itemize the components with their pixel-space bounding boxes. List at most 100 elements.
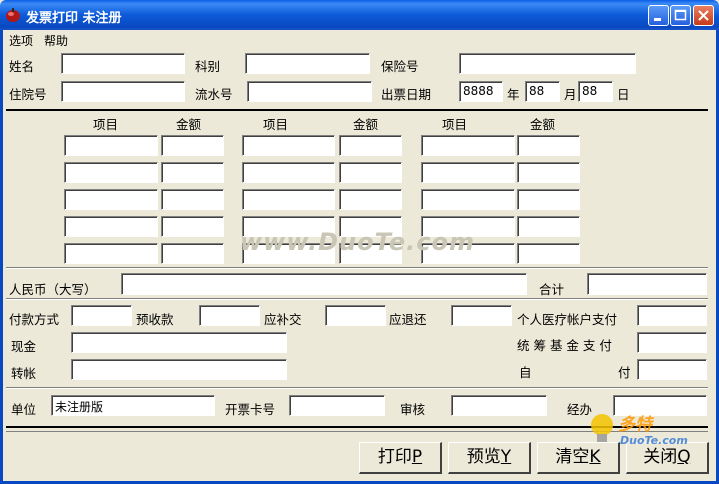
item-field-r3-g1[interactable] bbox=[64, 189, 158, 210]
item-field-r2-g3[interactable] bbox=[421, 162, 515, 183]
amount-field-r4-g3[interactable] bbox=[517, 216, 580, 237]
item-header-2: 项目 bbox=[263, 117, 289, 132]
rmb-field[interactable] bbox=[121, 273, 527, 295]
maximize-icon bbox=[674, 9, 687, 21]
amount-header-3: 金额 bbox=[530, 117, 556, 132]
rmb-label: 人民币（大写） bbox=[9, 282, 97, 297]
preview-button-key: Y bbox=[500, 447, 512, 467]
preview-button-label: 预览 bbox=[466, 447, 501, 467]
amount-field-r2-g2[interactable] bbox=[339, 162, 402, 183]
card-field[interactable] bbox=[289, 395, 385, 416]
divider bbox=[6, 388, 708, 389]
amount-field-r2-g3[interactable] bbox=[517, 162, 580, 183]
prepaid-label: 预收款 bbox=[136, 312, 174, 327]
menu-help[interactable]: 帮助 bbox=[44, 32, 68, 49]
print-button-key: P bbox=[411, 447, 423, 467]
amount-field-r1-g2[interactable] bbox=[339, 135, 402, 156]
transfer-field[interactable] bbox=[71, 359, 287, 380]
name-field[interactable] bbox=[61, 53, 185, 74]
amount-field-r1-g3[interactable] bbox=[517, 135, 580, 156]
amount-field-r3-g3[interactable] bbox=[517, 189, 580, 210]
amount-field-r4-g1[interactable] bbox=[161, 216, 224, 237]
unit-field[interactable]: 未注册版 bbox=[51, 395, 215, 416]
item-field-r4-g1[interactable] bbox=[64, 216, 158, 237]
dept-label: 科别 bbox=[195, 59, 221, 74]
maximize-button[interactable] bbox=[670, 5, 691, 26]
pooled-fund-label: 统 筹 基 金 支 付 bbox=[517, 338, 612, 353]
review-field[interactable] bbox=[451, 395, 547, 416]
refund-label: 应退还 bbox=[389, 312, 427, 327]
print-button-label: 打印 bbox=[377, 447, 412, 467]
review-label: 审核 bbox=[400, 402, 426, 417]
amount-header-2: 金额 bbox=[353, 117, 379, 132]
app-icon bbox=[6, 8, 20, 22]
serial-label: 流水号 bbox=[195, 87, 233, 102]
day-field[interactable]: 88 bbox=[578, 81, 613, 102]
personal-account-label: 个人医疗帐户支付 bbox=[517, 312, 618, 327]
supplement-label: 应补交 bbox=[264, 312, 302, 327]
prepaid-field[interactable] bbox=[199, 305, 260, 326]
self-pay-field[interactable] bbox=[637, 359, 707, 380]
divider bbox=[6, 299, 708, 300]
self-pay-label-1: 自 bbox=[519, 365, 532, 380]
self-pay-label-2: 付 bbox=[618, 365, 631, 380]
total-label: 合计 bbox=[539, 282, 565, 297]
watermark-logo: 多特 DuoTe.com bbox=[588, 410, 714, 456]
menu-options[interactable]: 选项 bbox=[9, 32, 33, 49]
amount-field-r5-g3[interactable] bbox=[517, 243, 580, 264]
item-field-r5-g1[interactable] bbox=[64, 243, 158, 264]
amount-header-1: 金额 bbox=[176, 117, 202, 132]
item-field-r2-g1[interactable] bbox=[64, 162, 158, 183]
preview-button[interactable]: 预览Y bbox=[448, 442, 531, 474]
item-header-3: 项目 bbox=[442, 117, 468, 132]
item-field-r1-g3[interactable] bbox=[421, 135, 515, 156]
amount-field-r3-g1[interactable] bbox=[161, 189, 224, 210]
pay-method-field[interactable] bbox=[71, 305, 132, 326]
day-label: 日 bbox=[617, 87, 630, 102]
dept-field[interactable] bbox=[245, 53, 370, 74]
issue-date-label: 出票日期 bbox=[381, 87, 432, 102]
amount-field-r3-g2[interactable] bbox=[339, 189, 402, 210]
clear-button-label: 清空 bbox=[555, 447, 590, 467]
item-field-r3-g2[interactable] bbox=[242, 189, 335, 210]
item-field-r1-g2[interactable] bbox=[242, 135, 335, 156]
transfer-label: 转帐 bbox=[11, 366, 37, 381]
pay-method-label: 付款方式 bbox=[9, 312, 60, 327]
item-field-r3-g3[interactable] bbox=[421, 189, 515, 210]
year-label: 年 bbox=[507, 87, 520, 102]
cash-label: 现金 bbox=[11, 339, 37, 354]
amount-field-r5-g1[interactable] bbox=[161, 243, 224, 264]
window-title: 发票打印 未注册 bbox=[26, 11, 122, 26]
inpatient-field[interactable] bbox=[61, 81, 185, 102]
divider bbox=[6, 109, 708, 111]
watermark-logo-text: 多特 bbox=[618, 415, 652, 435]
item-field-r2-g2[interactable] bbox=[242, 162, 335, 183]
insurance-field[interactable] bbox=[459, 53, 636, 74]
pooled-fund-field[interactable] bbox=[637, 332, 707, 353]
total-field[interactable] bbox=[587, 273, 707, 295]
print-button[interactable]: 打印P bbox=[359, 442, 442, 474]
year-field[interactable]: 8888 bbox=[459, 81, 503, 102]
unit-label: 单位 bbox=[11, 402, 37, 417]
minimize-icon bbox=[654, 18, 661, 21]
supplement-field[interactable] bbox=[325, 305, 386, 326]
bulb-icon bbox=[591, 414, 613, 442]
cash-field[interactable] bbox=[71, 332, 287, 353]
refund-field[interactable] bbox=[451, 305, 512, 326]
card-label: 开票卡号 bbox=[225, 402, 276, 417]
inpatient-label: 住院号 bbox=[9, 87, 47, 102]
name-label: 姓名 bbox=[9, 59, 35, 74]
minimize-button[interactable] bbox=[648, 5, 669, 26]
close-icon bbox=[698, 10, 709, 21]
divider bbox=[6, 268, 708, 269]
month-label: 月 bbox=[564, 87, 577, 102]
close-window-button[interactable] bbox=[693, 5, 714, 26]
amount-field-r1-g1[interactable] bbox=[161, 135, 224, 156]
item-field-r1-g1[interactable] bbox=[64, 135, 158, 156]
month-field[interactable]: 88 bbox=[525, 81, 560, 102]
watermark-logo-sub: DuoTe.com bbox=[620, 434, 688, 447]
amount-field-r2-g1[interactable] bbox=[161, 162, 224, 183]
watermark-text: www.DuoTe.com bbox=[240, 228, 475, 256]
serial-field[interactable] bbox=[247, 81, 372, 102]
personal-account-field[interactable] bbox=[637, 305, 707, 326]
